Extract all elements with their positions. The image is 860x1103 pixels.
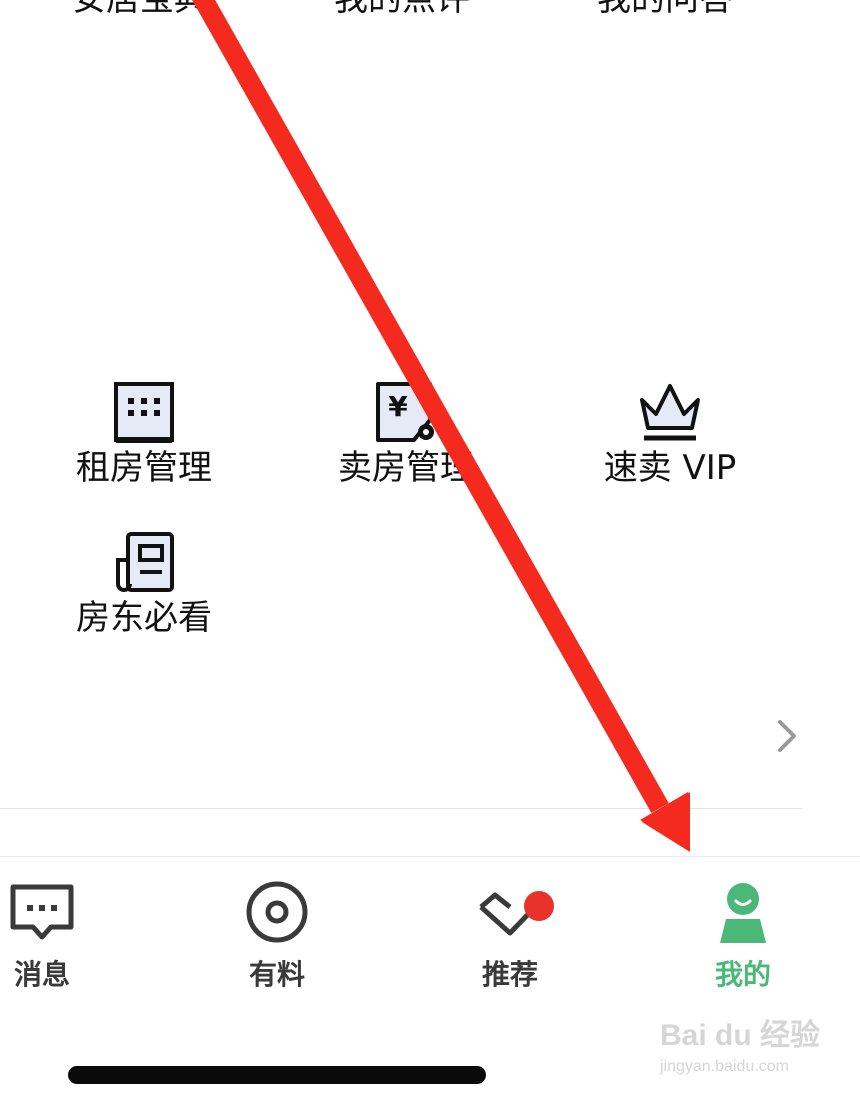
grid-item-sale-management[interactable]: ¥ 卖房管理 — [306, 380, 506, 490]
watermark-sub: jingyan.baidu.com — [660, 1058, 789, 1075]
notification-badge — [524, 891, 554, 921]
tab-youliao[interactable]: 有料 — [197, 877, 357, 993]
building-icon — [114, 382, 174, 443]
tab-label: 有料 — [248, 958, 305, 991]
grid-item-rental-management[interactable]: 租房管理 — [44, 380, 244, 490]
tab-messages[interactable]: 消息 — [0, 877, 122, 993]
newspaper-icon — [116, 532, 174, 592]
tab-mine[interactable]: 我的 — [663, 877, 823, 993]
grid-item-label: 卖房管理 — [338, 448, 474, 488]
top-shortcut-row: 安居宝典 我的点评 我的问答 — [0, 0, 860, 24]
message-icon — [10, 884, 74, 940]
target-icon — [246, 881, 308, 943]
tab-label: 我的 — [714, 958, 771, 991]
chevron-right-icon[interactable] — [772, 718, 802, 754]
grid-item-label: 租房管理 — [76, 448, 212, 488]
divider — [0, 808, 802, 809]
tab-recommend[interactable]: 推荐 — [430, 877, 590, 993]
profile-icon — [720, 883, 766, 943]
home-indicator[interactable] — [68, 1066, 486, 1084]
watermark: Bai du 经验 jingyan.baidu.com — [660, 1010, 850, 1090]
svg-text:¥: ¥ — [388, 390, 408, 423]
price-tag-icon: ¥ — [376, 382, 434, 442]
shortcut-my-qa[interactable]: 我的问答 — [597, 0, 733, 24]
crown-icon — [640, 384, 700, 441]
watermark-main: Bai du 经验 — [660, 1019, 821, 1052]
grid-item-label: 房东必看 — [76, 598, 212, 638]
grid-item-quick-sale-vip[interactable]: 速卖 VIP — [570, 380, 770, 490]
grid-item-landlord-must-read[interactable]: 房东必看 — [44, 530, 244, 640]
shortcut-anju-baodian[interactable]: 安居宝典 — [72, 0, 208, 24]
shortcut-my-reviews[interactable]: 我的点评 — [334, 0, 470, 24]
screen: 安居宝典 我的点评 我的问答 租房管理 ¥ 卖房管理 — [0, 0, 860, 1103]
tab-label: 消息 — [13, 958, 70, 991]
tab-label: 推荐 — [481, 958, 538, 991]
grid-item-label: 速卖 VIP — [603, 448, 737, 488]
